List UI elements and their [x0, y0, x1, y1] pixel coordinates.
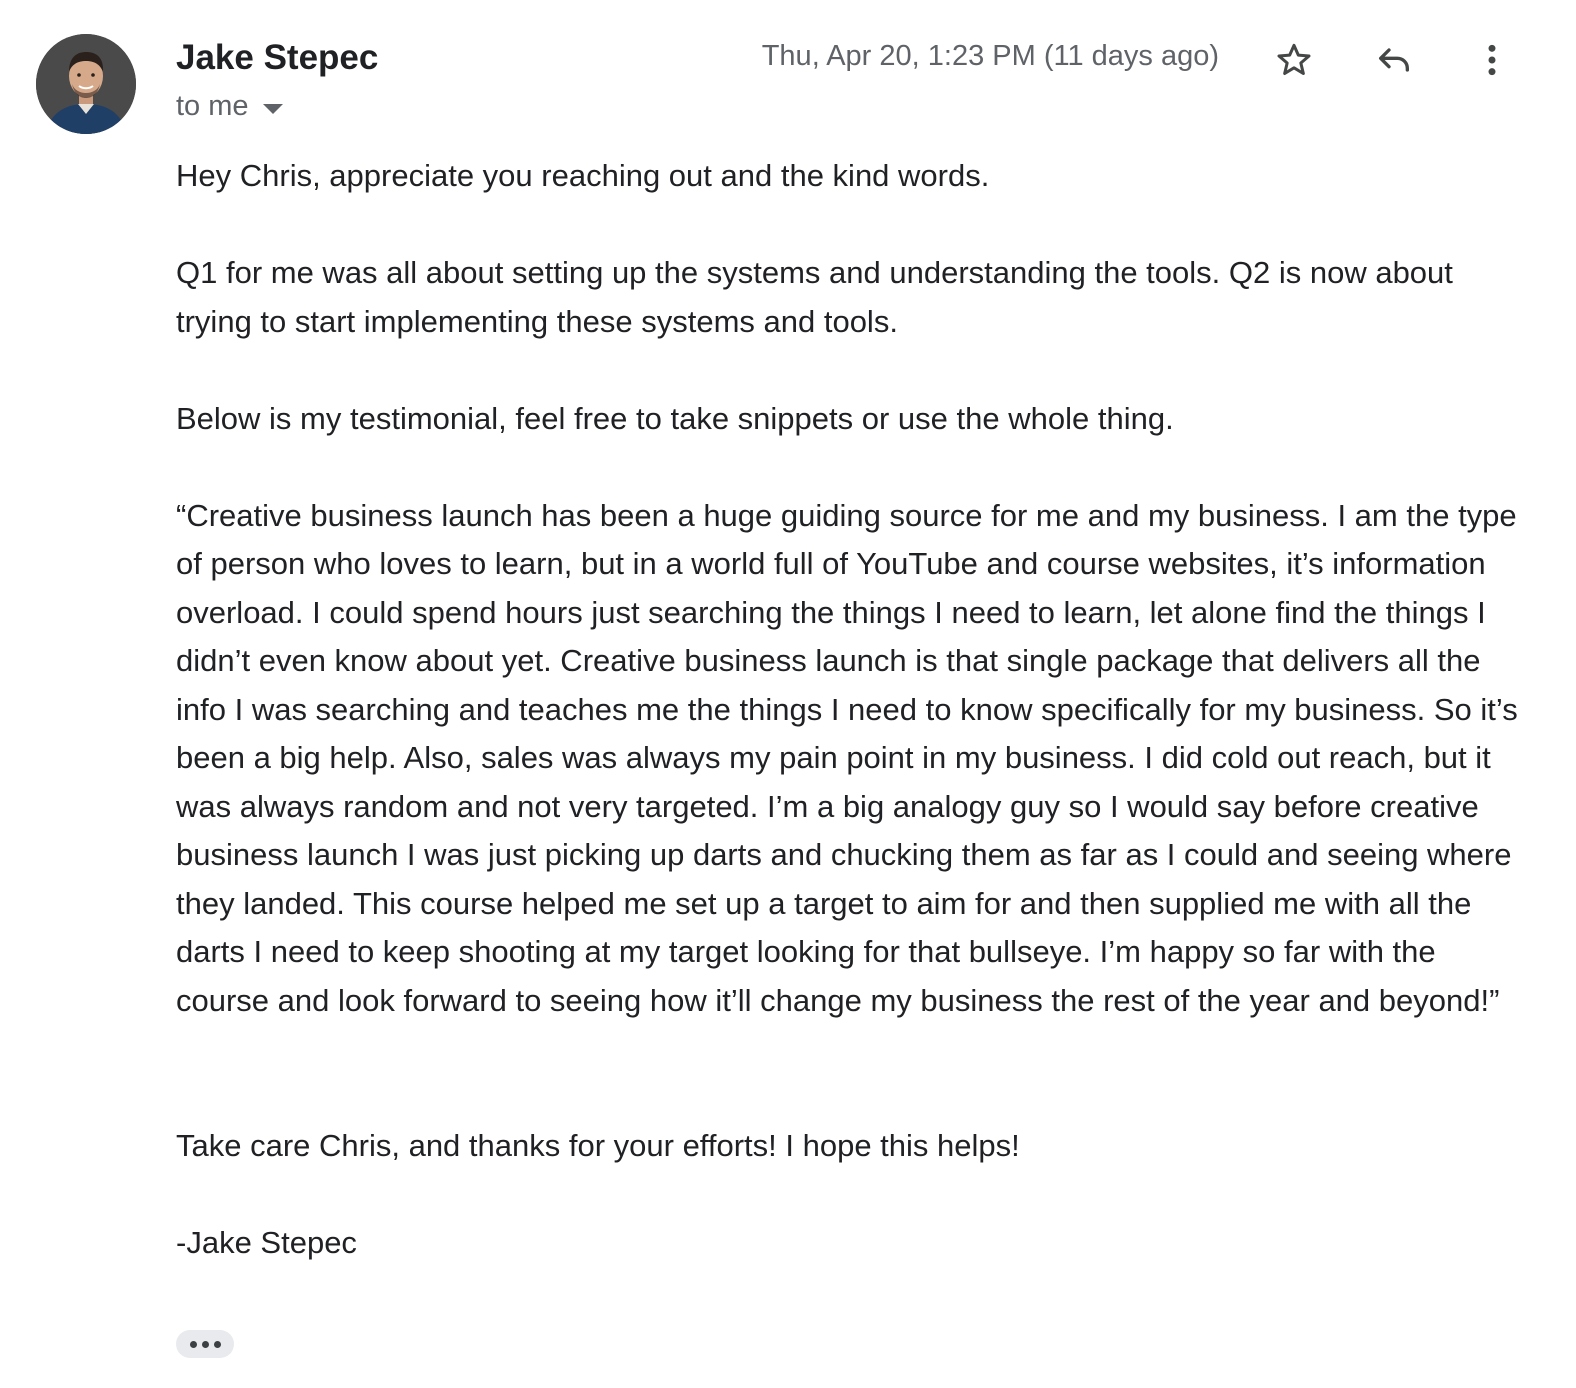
sender-avatar[interactable] [36, 34, 136, 134]
chevron-down-icon[interactable] [262, 103, 283, 114]
greeting-paragraph: Hey Chris, appreciate you reaching out a… [176, 158, 990, 193]
more-options-button[interactable] [1470, 38, 1514, 82]
sender-name[interactable]: Jake Stepec [176, 38, 378, 78]
closing-paragraph: Take care Chris, and thanks for your eff… [176, 1128, 1020, 1163]
person-avatar-icon [36, 34, 136, 134]
reply-button[interactable] [1372, 38, 1416, 82]
ellipsis-icon-dot [213, 1340, 221, 1348]
reply-icon [1379, 48, 1409, 72]
intro-paragraph: Below is my testimonial, feel free to ta… [176, 400, 1174, 436]
signature: -Jake Stepec [176, 1225, 357, 1260]
more-vert-icon [1488, 44, 1496, 76]
show-trimmed-content-button[interactable] [176, 1330, 234, 1358]
quarter-paragraph: Q1 for me was all about setting up the s… [176, 255, 1453, 339]
message-body: Hey Chris, appreciate you reaching out a… [176, 152, 1536, 1268]
testimonial-paragraph: “Creative business launch has been a hug… [176, 497, 1518, 1018]
ellipsis-icon-dot [189, 1340, 197, 1348]
recipient-label: to me [176, 90, 249, 122]
star-icon [1277, 43, 1311, 75]
message-timestamp: Thu, Apr 20, 1:23 PM (11 days ago) [761, 40, 1219, 72]
recipient-details-toggle[interactable]: to me [176, 90, 283, 123]
star-button[interactable] [1272, 38, 1316, 82]
ellipsis-icon-dot [201, 1340, 209, 1348]
